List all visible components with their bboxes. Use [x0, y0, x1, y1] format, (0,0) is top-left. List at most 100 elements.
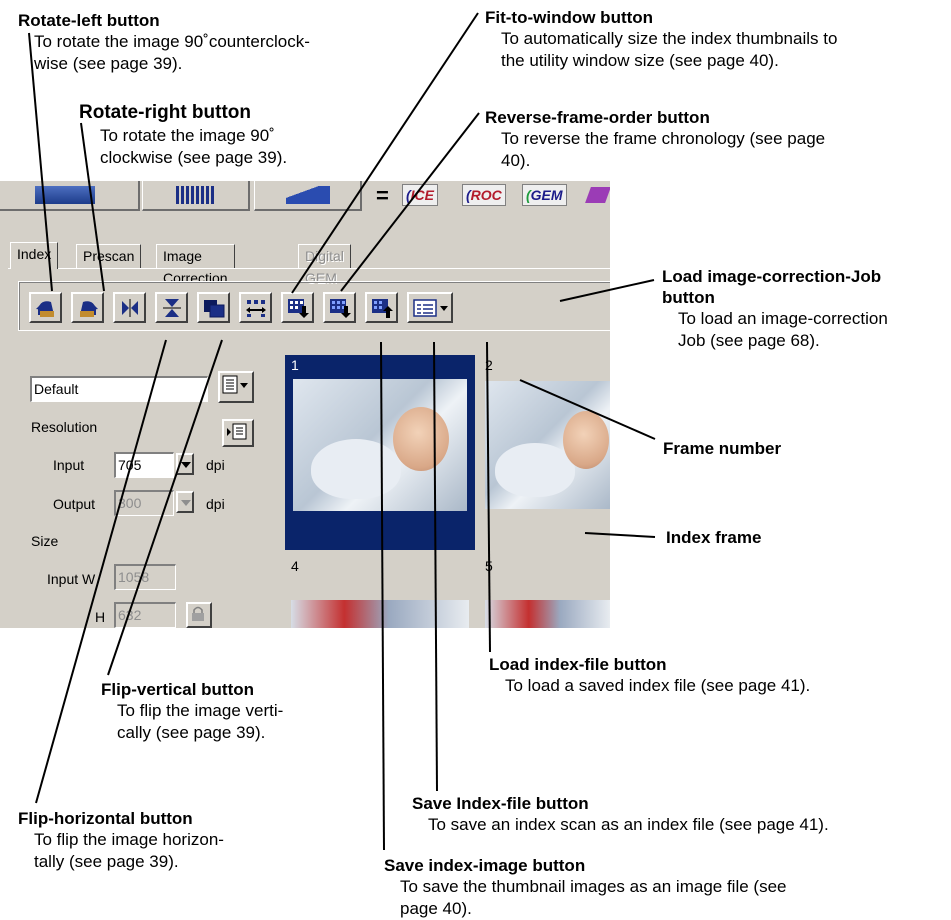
annotation-title: Save Index-file button [412, 794, 589, 813]
job-menu-button[interactable] [218, 371, 254, 403]
rotate-right-icon [80, 301, 98, 317]
index-frame-2[interactable]: 2 [479, 355, 610, 550]
index-frame-5[interactable]: 5 [479, 556, 610, 628]
input-height-field: 632 [114, 602, 176, 628]
tab-divider [8, 268, 610, 269]
save-index-image-button[interactable] [281, 292, 314, 323]
roc-button[interactable]: (ROC [462, 184, 506, 206]
input-label: Input [53, 457, 85, 473]
annotation-title: Load index-file button [489, 655, 667, 674]
equals-icon: = [376, 183, 389, 208]
fit-to-window-icon [204, 300, 225, 318]
tab-index[interactable]: Index [10, 242, 59, 269]
annotation-flip-vertical: Flip-vertical button To flip the image v… [101, 679, 283, 744]
frame-number: 1 [291, 357, 299, 373]
thumbnail-image [291, 600, 469, 628]
annotation-title: Frame number [663, 439, 782, 458]
load-job-button[interactable] [407, 292, 453, 323]
input-unit-label: dpi [206, 457, 225, 473]
save-index-file-button[interactable] [323, 292, 356, 323]
extra-mode-icon [585, 187, 610, 203]
thumbnail-image [293, 379, 467, 511]
tab-image-correction[interactable]: Image Correction [156, 244, 235, 286]
resolution-label: Resolution [31, 419, 98, 435]
annotation-index-frame: Index frame [666, 527, 761, 548]
annotation-description: To reverse the frame chronology (see pag… [501, 129, 826, 170]
lock-icon [192, 606, 204, 621]
reverse-frame-order-icon [246, 300, 266, 317]
aspect-lock-button[interactable] [186, 602, 212, 628]
annotation-rotate-left: Rotate-left button To rotate the image 9… [18, 10, 310, 75]
flip-horizontal-button[interactable] [113, 292, 146, 323]
job-list-icon [222, 375, 248, 394]
annotation-description: To rotate the image 90˚ clockwise (see p… [100, 126, 288, 167]
load-index-file-button[interactable] [365, 292, 398, 323]
rotate-left-button[interactable] [29, 292, 62, 323]
mode-button-2[interactable] [142, 181, 250, 211]
output-resolution-dropdown [176, 491, 194, 513]
load-index-file-icon [372, 299, 393, 318]
annotation-title: Rotate-right button [79, 102, 252, 123]
scanner-utility-screenshot: = (ICE (ROC (GEM Index Prescan Image Cor… [0, 181, 610, 628]
annotation-title: Flip-vertical button [101, 680, 254, 699]
annotation-save-index-file: Save Index-file button To save an index … [412, 793, 829, 836]
mode-toolbar: = (ICE (ROC (GEM [0, 181, 610, 214]
input-width-field: 1058 [114, 564, 176, 590]
index-frame-4[interactable]: 4 [285, 556, 475, 628]
mode-button-3[interactable] [254, 181, 362, 211]
reverse-frame-order-button[interactable] [239, 292, 272, 323]
rotate-right-button[interactable] [71, 292, 104, 323]
resolution-menu-button[interactable] [222, 419, 254, 447]
input-resolution-dropdown[interactable] [176, 453, 194, 475]
job-select[interactable]: Default [30, 376, 208, 402]
output-label: Output [53, 496, 96, 512]
annotation-frame-number: Frame number [663, 438, 781, 459]
annotation-title: Flip-horizontal button [18, 809, 193, 828]
annotation-load-job: Load image-correction-Job button To load… [662, 266, 888, 352]
input-w-label: Input W [47, 571, 96, 587]
histogram-icon [175, 186, 216, 204]
annotation-description: To load an image-correction Job (see pag… [678, 309, 888, 350]
frame-number: 5 [485, 558, 493, 574]
thumbnail-image [485, 600, 610, 628]
index-frame-1[interactable]: 1 [285, 355, 475, 550]
rotate-left-icon [36, 301, 54, 317]
annotation-fit-to-window: Fit-to-window button To automatically si… [485, 7, 837, 72]
load-job-icon [413, 299, 448, 317]
annotation-description: To load a saved index file (see page 41)… [505, 676, 811, 695]
h-label: H [95, 609, 106, 625]
annotation-reverse-frame-order: Reverse-frame-order button To reverse th… [485, 107, 825, 172]
annotation-description: To flip the image verti- cally (see page… [117, 701, 284, 742]
resolution-list-icon [227, 423, 247, 440]
annotation-title: Rotate-left button [18, 11, 160, 30]
annotation-description: To save the thumbnail images as an image… [400, 877, 787, 918]
gem-button[interactable]: (GEM [522, 184, 567, 206]
output-resolution-field: 300 [114, 490, 174, 516]
frame-number: 2 [485, 357, 493, 373]
tab-digital-gem: Digital GEM [298, 244, 351, 286]
annotation-title: Fit-to-window button [485, 8, 654, 27]
annotation-title: Save index-image button [384, 856, 586, 875]
annotation-load-index-file: Load index-file button To load a saved i… [489, 654, 810, 697]
index-frames-area: 1 2 4 5 [280, 351, 610, 628]
annotation-flip-horizontal: Flip-horizontal button To flip the image… [18, 808, 224, 873]
index-toolbar [18, 281, 610, 331]
annotation-description: To save an index scan as an index file (… [428, 815, 829, 834]
annotation-rotate-right: Rotate-right button To rotate the image … [79, 101, 287, 169]
save-index-image-icon [288, 299, 309, 318]
thumbnail-image [485, 381, 610, 509]
gradient-icon [285, 186, 330, 204]
flip-vertical-button[interactable] [155, 292, 188, 323]
tab-prescan[interactable]: Prescan [76, 244, 142, 268]
annotation-title: Reverse-frame-order button [485, 108, 710, 127]
ice-button[interactable]: (ICE [402, 184, 439, 206]
fit-to-window-button[interactable] [197, 292, 230, 323]
save-index-file-icon [330, 299, 351, 318]
input-resolution-field[interactable]: 705 [114, 452, 174, 478]
annotation-description: To rotate the image 90˚counterclock- wis… [34, 32, 310, 73]
flip-horizontal-icon [122, 299, 138, 317]
annotation-save-index-image: Save index-image button To save the thum… [384, 855, 786, 920]
mode-button-1[interactable] [0, 181, 140, 211]
frame-number: 4 [291, 558, 299, 574]
annotation-title: Load image-correction-Job button [662, 267, 882, 307]
